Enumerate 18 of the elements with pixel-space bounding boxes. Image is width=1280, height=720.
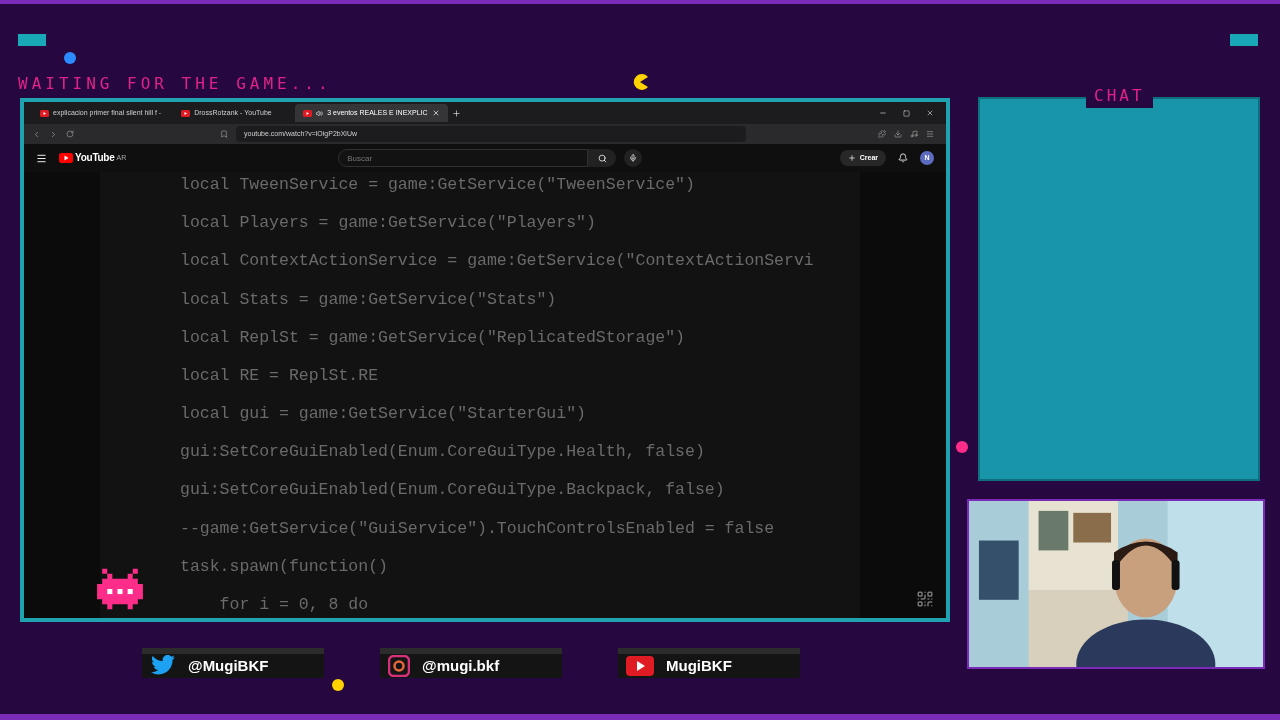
code-line: local ReplSt = game:GetService("ReplicatedStorage") [180,326,686,349]
code-line: for i = 0, 8 do [218,593,370,616]
logo-text[interactable]: YouTube [75,152,115,163]
code-line: gui:SetCoreGuiEnabled(Enum.CoreGuiType.Backpack, false) [180,479,726,502]
status-text: WAITING FOR THE GAME... [18,73,332,95]
code-line: --game:GetService("GuiService").TouchControlsEnabled = false [180,517,776,540]
code-line: local ContextActionService = game:GetService("ContextActionServi [180,250,815,273]
code-line: local Stats = game:GetService("Stats") [180,288,558,311]
code-line: local gui = game:GetService("StarterGui") [180,403,587,426]
code-line: task.spawn(function() [180,555,389,578]
social-handle: @mugi.bkf [422,655,500,676]
code-line: local TweenService = game:GetService("TweenService") [180,174,696,196]
code-line: gui:SetCoreGuiEnabled(Enum.CoreGuiType.Health, false) [180,441,706,464]
social-handle: MugiBKF [666,655,732,676]
search-field[interactable]: Buscar [338,149,589,167]
code-line: local Players = game:GetService("Players") [180,212,597,235]
code-line: local RE = ReplSt.RE [180,364,380,387]
social-handle: @MugiBKF [188,655,269,676]
